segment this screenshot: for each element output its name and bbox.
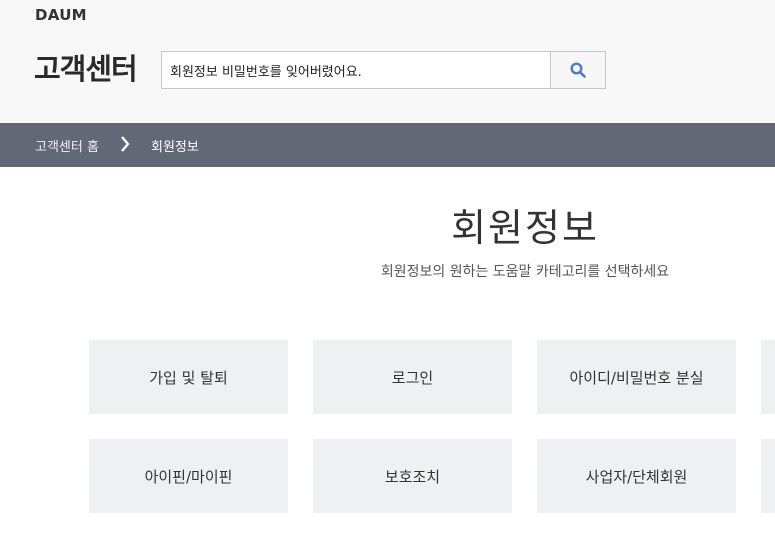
search-box [161,51,606,89]
breadcrumb-current: 회원정보 [151,140,199,155]
header: DAUM 고객센터 [0,0,775,123]
category-ipin-mypin[interactable]: 아이핀/마이핀 [89,439,288,513]
search-button[interactable] [550,52,605,88]
category-protection[interactable]: 보호조치 [313,439,512,513]
page-title: 회원정보 [451,206,599,250]
search-icon [570,62,586,78]
chevron-right-icon [119,135,131,157]
breadcrumb-home-link[interactable]: 고객센터 홈 [35,136,99,155]
category-partial[interactable] [761,439,775,513]
category-business-group[interactable]: 사업자/단체회원 [537,439,736,513]
category-lost-id-password[interactable]: 아이디/비밀번호 분실 [537,340,736,414]
site-title[interactable]: 고객센터 [34,50,138,88]
breadcrumb: 고객센터 홈 회원정보 [0,123,775,167]
category-login[interactable]: 로그인 [313,340,512,414]
search-input[interactable] [162,52,550,88]
daum-logo[interactable]: DAUM [35,6,87,24]
category-partial[interactable] [761,340,775,414]
category-signup-withdrawal[interactable]: 가입 및 탈퇴 [89,340,288,414]
page-description: 회원정보의 원하는 도움말 카테고리를 선택하세요 [380,264,670,280]
